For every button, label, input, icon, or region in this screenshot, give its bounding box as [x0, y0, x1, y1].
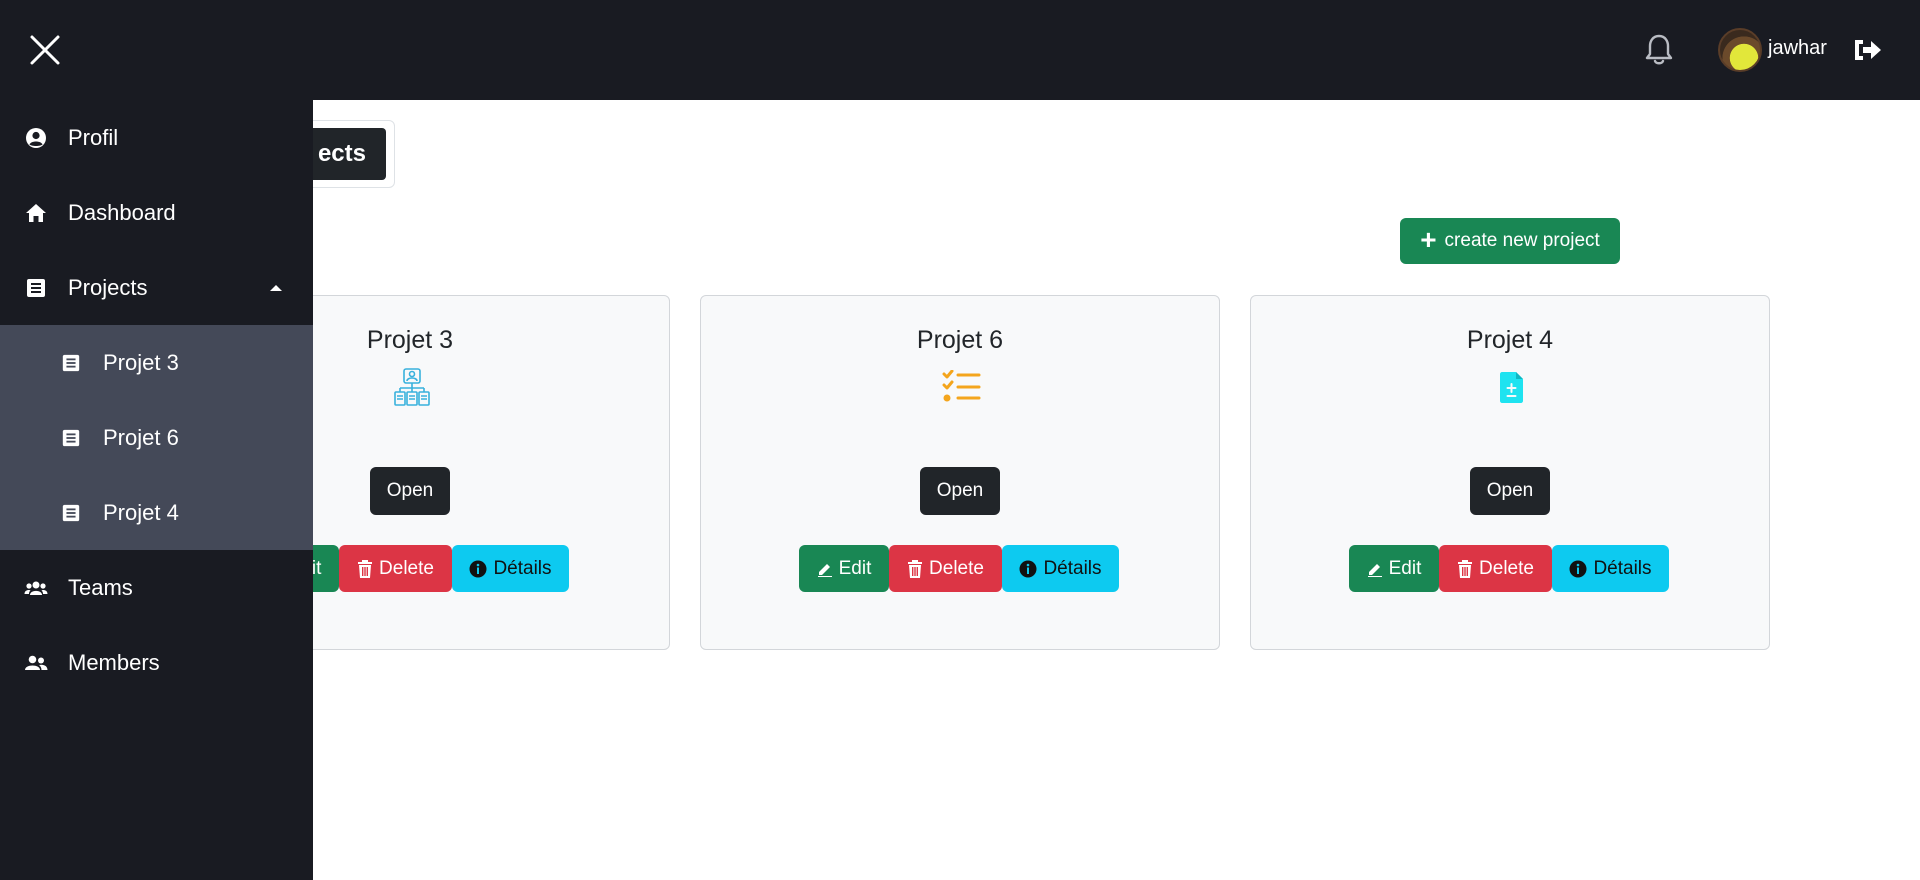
- details-label: Détails: [493, 557, 552, 579]
- edit-button[interactable]: Edit: [1349, 545, 1439, 592]
- plus-icon: +: [1420, 223, 1437, 255]
- home-icon: [24, 201, 48, 225]
- sidebar-subitem-projet-6[interactable]: Projet 6: [0, 400, 313, 475]
- close-icon[interactable]: [28, 33, 62, 67]
- delete-label: Delete: [929, 557, 984, 579]
- sidebar-item-label: Projects: [68, 274, 148, 300]
- sidebar-item-dashboard[interactable]: Dashboard: [0, 175, 313, 250]
- users-icon: [24, 576, 48, 600]
- delete-label: Delete: [379, 557, 434, 579]
- delete-button[interactable]: Delete: [339, 545, 452, 592]
- sidebar-item-members[interactable]: Members: [0, 625, 313, 700]
- open-button[interactable]: Open: [370, 467, 450, 515]
- delete-button[interactable]: Delete: [1439, 545, 1552, 592]
- sign-out-icon[interactable]: [1852, 35, 1884, 65]
- sidebar-item-profil[interactable]: Profil: [0, 100, 313, 175]
- details-button[interactable]: Détails: [1002, 545, 1119, 592]
- trash-icon: [1458, 559, 1473, 578]
- sidebar: Profil Dashboard Projects Projet 3 Proje…: [0, 100, 313, 880]
- sidebar-item-label: Members: [68, 649, 160, 675]
- bell-icon[interactable]: [1644, 33, 1674, 67]
- document-add-icon: [1491, 366, 1533, 408]
- checklist-icon: [941, 366, 983, 408]
- pencil-icon: [817, 563, 832, 577]
- info-icon: [1019, 560, 1037, 577]
- details-label: Détails: [1593, 557, 1652, 579]
- sidebar-subitem-projet-4[interactable]: Projet 4: [0, 475, 313, 550]
- project-card: Projet 4 Open Edit Delete Détails: [1250, 295, 1770, 650]
- sidebar-subitem-projet-3[interactable]: Projet 3: [0, 325, 313, 400]
- newspaper-icon: [24, 276, 48, 300]
- open-button[interactable]: Open: [1470, 467, 1550, 515]
- create-project-button[interactable]: + create new project: [1400, 218, 1620, 264]
- sidebar-item-label: Profil: [68, 124, 119, 150]
- top-navbar: jawhar: [0, 0, 1920, 100]
- create-project-label: create new project: [1444, 230, 1600, 251]
- card-title: Projet 4: [1466, 326, 1554, 354]
- project-card: Projet 6 Open Edit Delete Détails: [700, 295, 1220, 650]
- delete-button[interactable]: Delete: [889, 545, 1002, 592]
- username[interactable]: jawhar: [1768, 37, 1827, 60]
- sidebar-subitem-label: Projet 3: [103, 349, 179, 375]
- avatar[interactable]: [1718, 28, 1762, 72]
- edit-button[interactable]: Edit: [799, 545, 889, 592]
- details-label: Détails: [1043, 557, 1102, 579]
- sidebar-item-projects[interactable]: Projects: [0, 250, 313, 325]
- open-button[interactable]: Open: [920, 467, 1000, 515]
- edit-label: Edit: [838, 557, 872, 579]
- sidebar-item-label: Teams: [68, 574, 133, 600]
- caret-up-icon: [270, 284, 282, 291]
- card-title: Projet 6: [916, 326, 1004, 354]
- user-circle-icon: [24, 126, 48, 150]
- info-icon: [469, 560, 487, 577]
- pencil-icon: [1367, 563, 1382, 577]
- team-project-icon: [391, 366, 433, 408]
- user-friends-icon: [24, 651, 48, 675]
- newspaper-icon: [60, 502, 82, 524]
- details-button[interactable]: Détails: [452, 545, 569, 592]
- newspaper-icon: [60, 427, 82, 449]
- trash-icon: [358, 559, 373, 578]
- newspaper-icon: [60, 352, 82, 374]
- trash-icon: [908, 559, 923, 578]
- delete-label: Delete: [1479, 557, 1534, 579]
- info-icon: [1569, 560, 1587, 577]
- edit-label: Edit: [1388, 557, 1422, 579]
- sidebar-subitem-label: Projet 6: [103, 424, 179, 450]
- sidebar-subitem-label: Projet 4: [103, 499, 179, 525]
- sidebar-item-label: Dashboard: [68, 199, 176, 225]
- details-button[interactable]: Détails: [1552, 545, 1669, 592]
- sidebar-item-teams[interactable]: Teams: [0, 550, 313, 625]
